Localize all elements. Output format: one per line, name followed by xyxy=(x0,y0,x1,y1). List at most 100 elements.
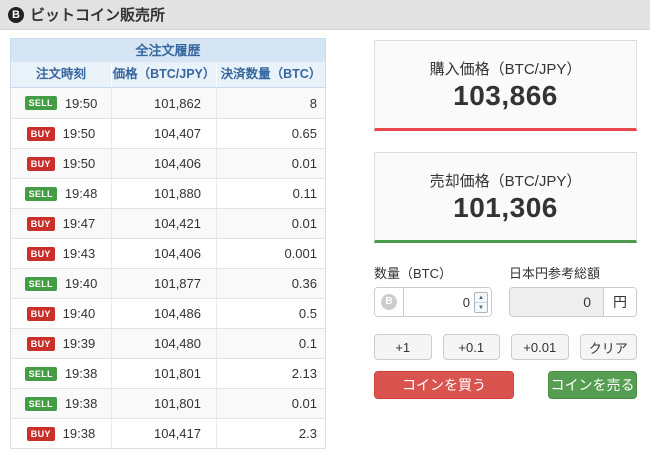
column-header-time: 注文時刻 xyxy=(35,67,86,81)
increment-button[interactable]: +1 xyxy=(374,334,432,360)
order-time-cell: SELL 19:48 xyxy=(11,179,111,208)
order-time: 19:50 xyxy=(62,126,96,141)
side-badge: BUY xyxy=(26,156,55,171)
order-price: 101,877 xyxy=(111,269,216,298)
order-amount: 0.5 xyxy=(216,299,325,328)
side-badge: SELL xyxy=(24,186,57,201)
order-time-cell: BUY 19:39 xyxy=(11,329,111,358)
order-time-cell: BUY 19:50 xyxy=(11,149,111,178)
order-price: 104,406 xyxy=(111,149,216,178)
order-time: 19:50 xyxy=(64,95,98,111)
bitcoin-addon: B xyxy=(375,288,404,316)
bitcoin-exchange-page: B ビットコイン販売所 全注文履歴 注文時刻 価格（BTC/JPY） 決済数量（… xyxy=(0,0,650,454)
order-amount: 0.01 xyxy=(216,389,325,418)
side-badge: BUY xyxy=(26,336,55,351)
clear-button[interactable]: クリア xyxy=(579,334,637,360)
spinner-up-icon[interactable]: ▲ xyxy=(475,293,487,302)
table-column-headers: 注文時刻 価格（BTC/JPY） 決済数量（BTC） xyxy=(10,63,326,88)
action-buttons-row: コインを買う コインを売る xyxy=(374,371,637,399)
table-row: BUY 19:47 104,421 0.01 xyxy=(11,208,325,238)
total-field-label: 日本円参考総額 xyxy=(509,266,601,281)
order-time-cell: BUY 19:50 xyxy=(11,119,111,148)
yen-suffix: 円 xyxy=(603,288,636,316)
app-header: B ビットコイン販売所 xyxy=(0,0,650,30)
order-time: 19:38 xyxy=(64,366,98,381)
table-row: SELL 19:38 101,801 0.01 xyxy=(11,388,325,418)
buy-coin-button[interactable]: コインを買う xyxy=(374,371,514,399)
order-time: 19:39 xyxy=(62,336,96,351)
buy-price-card: 購入価格（BTC/JPY） 103,866 xyxy=(374,40,637,131)
table-row: BUY 19:50 104,406 0.01 xyxy=(11,148,325,178)
order-time-cell: SELL 19:38 xyxy=(11,389,111,418)
order-form: 数量（BTC） B ▲▼ 日本円参考総額 円 xyxy=(374,263,637,317)
order-time-cell: BUY 19:40 xyxy=(11,299,111,328)
order-time: 19:47 xyxy=(62,216,96,231)
order-time-cell: BUY 19:47 xyxy=(11,209,111,238)
buy-price-value: 103,866 xyxy=(453,80,558,111)
column-header-amount: 決済数量（BTC） xyxy=(216,63,325,87)
order-amount: 0.11 xyxy=(216,179,325,208)
table-row: SELL 19:40 101,877 0.36 xyxy=(11,268,325,298)
table-row: BUY 19:38 104,417 2.3 xyxy=(11,418,325,448)
order-price: 101,801 xyxy=(111,389,216,418)
side-badge: BUY xyxy=(26,426,55,441)
table-row: BUY 19:40 104,486 0.5 xyxy=(11,298,325,328)
side-badge: SELL xyxy=(24,366,57,381)
order-price: 104,480 xyxy=(111,329,216,358)
spinner-down-icon[interactable]: ▼ xyxy=(475,302,487,312)
order-amount: 2.13 xyxy=(216,359,325,388)
total-input-group: 円 xyxy=(509,287,637,317)
table-row: SELL 19:50 101,862 8 xyxy=(11,88,325,118)
order-price: 104,486 xyxy=(111,299,216,328)
order-price: 101,862 xyxy=(111,88,216,118)
increment-button[interactable]: +0.1 xyxy=(442,334,500,360)
order-amount: 0.001 xyxy=(216,239,325,268)
order-time: 19:50 xyxy=(62,156,96,171)
order-time: 19:43 xyxy=(62,246,96,261)
order-amount: 0.01 xyxy=(216,149,325,178)
side-badge: SELL xyxy=(24,96,57,110)
trade-panel: 購入価格（BTC/JPY） 103,866 売却価格（BTC/JPY） 101,… xyxy=(374,40,637,399)
table-row: SELL 19:48 101,880 0.11 xyxy=(11,178,325,208)
page-title: ビットコイン販売所 xyxy=(30,7,166,24)
order-amount: 0.65 xyxy=(216,119,325,148)
order-time: 19:38 xyxy=(62,426,96,441)
amount-field-label: 数量（BTC） xyxy=(374,266,453,281)
column-header-price: 価格（BTC/JPY） xyxy=(111,63,216,87)
bitcoin-icon: B xyxy=(8,6,24,23)
sell-price-label: 売却価格（BTC/JPY） xyxy=(429,173,582,190)
side-badge: BUY xyxy=(26,306,55,321)
order-time-cell: SELL 19:50 xyxy=(11,88,111,118)
order-price: 104,421 xyxy=(111,209,216,238)
order-rows: SELL 19:50 101,862 8 BUY 19:50 104,407 0.65 BUY 1… xyxy=(10,88,326,449)
order-time: 19:38 xyxy=(64,396,98,411)
sell-coin-button[interactable]: コインを売る xyxy=(548,371,637,399)
bitcoin-addon-icon: B xyxy=(381,294,397,310)
total-input xyxy=(510,288,603,316)
order-time-cell: BUY 19:38 xyxy=(11,419,111,448)
buy-price-label: 購入価格（BTC/JPY） xyxy=(429,61,582,78)
order-time: 19:40 xyxy=(62,306,96,321)
increment-buttons-row: +1 +0.1 +0.01 クリア xyxy=(374,334,637,360)
order-amount: 8 xyxy=(216,88,325,118)
table-row: BUY 19:39 104,480 0.1 xyxy=(11,328,325,358)
amount-input-group: B ▲▼ xyxy=(374,287,492,317)
side-badge: SELL xyxy=(24,396,57,411)
amount-spinner[interactable]: ▲ ▼ xyxy=(474,292,488,313)
order-amount: 2.3 xyxy=(216,419,325,448)
order-price: 104,407 xyxy=(111,119,216,148)
order-price: 101,801 xyxy=(111,359,216,388)
table-title: 全注文履歴 xyxy=(10,38,326,63)
order-price: 104,406 xyxy=(111,239,216,268)
table-row: BUY 19:50 104,407 0.65 xyxy=(11,118,325,148)
increment-button[interactable]: +0.01 xyxy=(511,334,569,360)
side-badge: SELL xyxy=(24,276,57,291)
table-row: SELL 19:38 101,801 2.13 xyxy=(11,358,325,388)
side-badge: BUY xyxy=(26,246,55,261)
amount-field-group: 数量（BTC） B ▲▼ xyxy=(374,263,492,317)
sell-price-card: 売却価格（BTC/JPY） 101,306 xyxy=(374,152,637,243)
side-badge: BUY xyxy=(26,216,55,231)
order-history-table: 全注文履歴 注文時刻 価格（BTC/JPY） 決済数量（BTC） SELL 19:… xyxy=(10,38,326,449)
order-time: 19:48 xyxy=(64,186,98,201)
order-amount: 0.01 xyxy=(216,209,325,238)
